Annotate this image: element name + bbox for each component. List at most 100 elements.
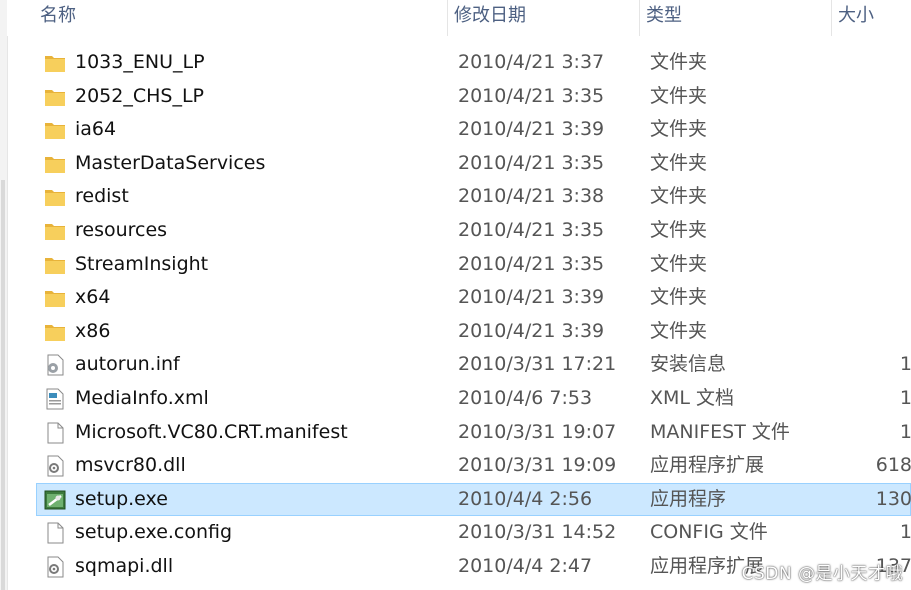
- file-size: [837, 114, 911, 145]
- blank-file-icon: [43, 421, 67, 445]
- column-header-bar: 名称 修改日期 类型 大小: [7, 0, 911, 36]
- scrollbar-thumb[interactable]: [1, 180, 5, 590]
- dll-file-icon: [43, 454, 67, 478]
- column-header-date[interactable]: 修改日期: [447, 0, 639, 36]
- file-name: x86: [75, 319, 111, 342]
- file-size: [837, 316, 911, 347]
- file-size: 1: [899, 353, 911, 376]
- file-type: 文件夹: [650, 252, 708, 275]
- file-row[interactable]: 2052_CHS_LP 2010/4/21 3:35 文件夹: [36, 80, 911, 113]
- left-scroll-strip[interactable]: [0, 0, 8, 590]
- watermark-text: CSDN @是小天才哦: [741, 564, 903, 584]
- file-date: 2010/4/21 3:37: [458, 51, 605, 73]
- file-date: 2010/4/21 3:35: [458, 151, 605, 174]
- file-name: 1033_ENU_LP: [75, 51, 205, 73]
- file-type: 文件夹: [650, 219, 708, 241]
- file-date: 2010/4/21 3:35: [458, 252, 605, 275]
- file-row[interactable]: setup.exe.config 2010/3/31 14:52 CONFIG 文件…: [36, 516, 911, 549]
- file-name: MediaInfo.xml: [75, 387, 209, 409]
- file-row[interactable]: redist 2010/4/21 3:38 文件夹: [36, 180, 911, 213]
- file-date: 2010/4/21 3:38: [458, 185, 605, 208]
- file-size: 130: [875, 487, 911, 510]
- file-size: [837, 148, 911, 179]
- file-type: 应用程序扩展: [650, 454, 765, 477]
- file-size: [837, 215, 911, 246]
- file-name: Microsoft.VC80.CRT.manifest: [75, 420, 348, 443]
- setup-exe-icon: [43, 488, 67, 512]
- file-date: 2010/4/21 3:39: [458, 118, 605, 141]
- file-date: 2010/3/31 14:52: [458, 521, 617, 544]
- file-name: autorun.inf: [75, 353, 180, 376]
- file-size: [837, 282, 911, 313]
- file-size: 1: [899, 521, 911, 544]
- file-size: 618: [875, 454, 911, 477]
- xml-file-icon: [43, 387, 67, 411]
- file-type: 文件夹: [650, 319, 708, 342]
- file-row[interactable]: MediaInfo.xml 2010/4/6 7:53 XML 文档 1: [36, 382, 911, 415]
- file-date: 2010/4/4 2:47: [458, 555, 593, 577]
- file-name: setup.exe.config: [75, 521, 233, 544]
- file-type: 应用程序: [650, 487, 727, 510]
- file-size: [837, 249, 911, 280]
- folder-icon: [43, 219, 67, 243]
- file-name: 2052_CHS_LP: [75, 84, 205, 107]
- file-name: MasterDataServices: [75, 151, 266, 174]
- column-header-type[interactable]: 类型: [639, 0, 831, 36]
- file-type: 文件夹: [650, 286, 708, 309]
- file-name: ia64: [75, 118, 117, 141]
- file-row[interactable]: ia64 2010/4/21 3:39 文件夹: [36, 113, 911, 146]
- folder-icon: [43, 320, 67, 344]
- file-row[interactable]: x64 2010/4/21 3:39 文件夹: [36, 281, 911, 314]
- file-date: 2010/3/31 19:09: [458, 454, 617, 477]
- file-size: [837, 47, 911, 78]
- folder-icon: [43, 118, 67, 142]
- folder-icon: [43, 185, 67, 209]
- file-name: resources: [75, 219, 168, 241]
- folder-icon: [43, 85, 67, 109]
- file-date: 2010/4/21 3:39: [458, 286, 605, 309]
- file-type: 文件夹: [650, 84, 708, 107]
- file-type: XML 文档: [650, 387, 735, 409]
- file-size: 1: [899, 420, 911, 443]
- folder-icon: [43, 51, 67, 75]
- file-type: 文件夹: [650, 151, 708, 174]
- file-type: CONFIG 文件: [650, 521, 768, 544]
- file-date: 2010/4/21 3:39: [458, 319, 605, 342]
- file-date: 2010/4/21 3:35: [458, 219, 605, 241]
- file-size: [837, 181, 911, 212]
- file-row[interactable]: StreamInsight 2010/4/21 3:35 文件夹: [36, 248, 911, 281]
- file-type: 文件夹: [650, 118, 708, 141]
- file-size: 1: [899, 387, 911, 409]
- file-name: StreamInsight: [75, 252, 209, 275]
- file-type: 安装信息: [650, 353, 727, 376]
- file-date: 2010/4/4 2:56: [458, 487, 593, 510]
- file-date: 2010/4/21 3:35: [458, 84, 605, 107]
- file-name: redist: [75, 185, 129, 208]
- file-row[interactable]: resources 2010/4/21 3:35 文件夹: [36, 214, 911, 247]
- column-header-size[interactable]: 大小: [831, 0, 911, 36]
- dll-file-icon: [43, 555, 67, 579]
- folder-icon: [43, 253, 67, 277]
- file-name: setup.exe: [75, 487, 168, 510]
- file-row[interactable]: MasterDataServices 2010/4/21 3:35 文件夹: [36, 147, 911, 180]
- file-row[interactable]: setup.exe 2010/4/4 2:56 应用程序 130: [36, 482, 911, 516]
- file-date: 2010/3/31 19:07: [458, 420, 617, 443]
- file-type: 文件夹: [650, 185, 708, 208]
- file-date: 2010/4/6 7:53: [458, 387, 593, 409]
- file-row[interactable]: 1033_ENU_LP 2010/4/21 3:37 文件夹: [36, 46, 911, 79]
- file-row[interactable]: msvcr80.dll 2010/3/31 19:09 应用程序扩展 618: [36, 449, 911, 482]
- blank-file-icon: [43, 521, 67, 545]
- file-type: 文件夹: [650, 51, 708, 73]
- folder-icon: [43, 286, 67, 310]
- settings-file-icon: [43, 353, 67, 377]
- file-name: msvcr80.dll: [75, 454, 186, 477]
- column-header-name[interactable]: 名称: [34, 0, 447, 36]
- file-size: [837, 81, 911, 112]
- file-row[interactable]: autorun.inf 2010/3/31 17:21 安装信息 1: [36, 348, 911, 381]
- file-name: sqmapi.dll: [75, 555, 174, 577]
- folder-icon: [43, 152, 67, 176]
- file-row[interactable]: x86 2010/4/21 3:39 文件夹: [36, 315, 911, 348]
- file-type: MANIFEST 文件: [650, 420, 790, 443]
- file-date: 2010/3/31 17:21: [458, 353, 617, 376]
- file-row[interactable]: Microsoft.VC80.CRT.manifest 2010/3/31 19:…: [36, 416, 911, 449]
